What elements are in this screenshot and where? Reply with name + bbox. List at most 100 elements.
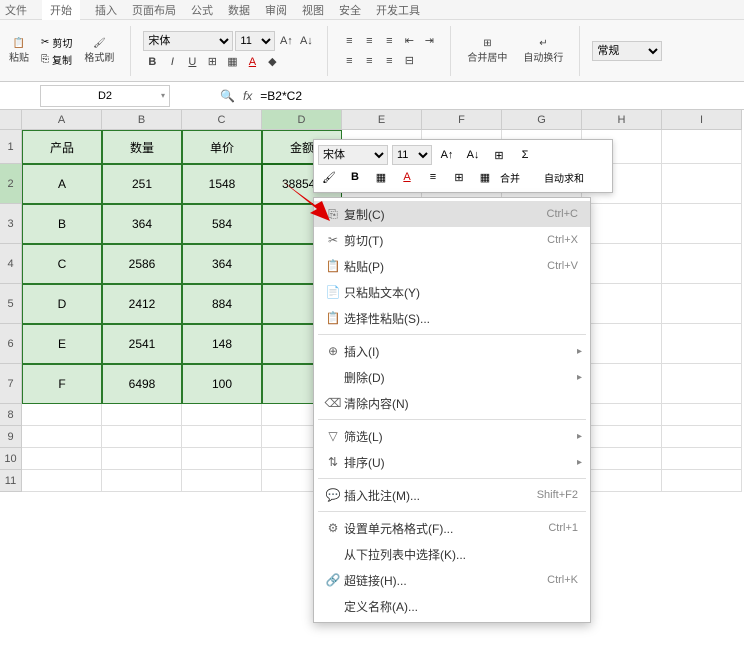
mini-cells-button[interactable]: ▦ xyxy=(474,167,496,187)
copy-button[interactable]: ⎘ 复制 xyxy=(41,52,72,67)
magnify-icon[interactable]: 🔍 xyxy=(220,89,235,103)
cell-a4[interactable]: C xyxy=(22,244,102,284)
row-header-7[interactable]: 7 xyxy=(0,364,22,404)
italic-button[interactable]: I xyxy=(163,53,181,71)
cell-b2[interactable]: 251 xyxy=(102,164,182,204)
cell-c4[interactable]: 364 xyxy=(182,244,262,284)
indent-dec-button[interactable]: ⇤ xyxy=(400,32,418,50)
cell-c1[interactable]: 单价 xyxy=(182,130,262,164)
font-color-button[interactable]: A xyxy=(243,53,261,71)
cell-h6[interactable] xyxy=(582,324,662,364)
ctx-dropdown[interactable]: 从下拉列表中选择(K)... xyxy=(314,541,590,567)
mini-sum-icon[interactable]: Σ xyxy=(514,145,536,165)
mini-merge-icon[interactable]: ⊞ xyxy=(488,145,510,165)
cell-i3[interactable] xyxy=(662,204,742,244)
cell-a5[interactable]: D xyxy=(22,284,102,324)
mini-decrease-font-icon[interactable]: A↓ xyxy=(462,145,484,165)
cell-i2[interactable] xyxy=(662,164,742,204)
menu-formula[interactable]: 公式 xyxy=(191,2,213,18)
row-header-3[interactable]: 3 xyxy=(0,204,22,244)
align-top-button[interactable]: ≡ xyxy=(340,32,358,50)
mini-fill-button[interactable]: ▦ xyxy=(370,167,392,187)
cell-b6[interactable]: 2541 xyxy=(102,324,182,364)
decrease-font-icon[interactable]: A↓ xyxy=(297,32,315,50)
col-header-i[interactable]: I xyxy=(662,110,742,130)
col-header-c[interactable]: C xyxy=(182,110,262,130)
cell-a11[interactable] xyxy=(22,470,102,492)
align-left-button[interactable]: ≡ xyxy=(340,52,358,70)
cell-i1[interactable] xyxy=(662,130,742,164)
row-header-4[interactable]: 4 xyxy=(0,244,22,284)
cell-a8[interactable] xyxy=(22,404,102,426)
row-header-5[interactable]: 5 xyxy=(0,284,22,324)
underline-button[interactable]: U xyxy=(183,53,201,71)
col-header-f[interactable]: F xyxy=(422,110,502,130)
cell-i7[interactable] xyxy=(662,364,742,404)
cell-b1[interactable]: 数量 xyxy=(102,130,182,164)
mini-bold-button[interactable]: B xyxy=(344,167,366,187)
row-header-1[interactable]: 1 xyxy=(0,130,22,164)
cell-b5[interactable]: 2412 xyxy=(102,284,182,324)
cell-h4[interactable] xyxy=(582,244,662,284)
cell-i6[interactable] xyxy=(662,324,742,364)
highlight-button[interactable]: ◆ xyxy=(263,53,281,71)
align-bot-button[interactable]: ≡ xyxy=(380,32,398,50)
menu-start[interactable]: 开始 xyxy=(42,0,80,20)
col-header-g[interactable]: G xyxy=(502,110,582,130)
align-center-button[interactable]: ≡ xyxy=(360,52,378,70)
menu-file[interactable]: 文件 xyxy=(5,2,27,18)
cell-a1[interactable]: 产品 xyxy=(22,130,102,164)
borders-button[interactable]: ⊞ xyxy=(203,53,221,71)
number-format-select[interactable]: 常规 xyxy=(592,41,662,61)
mini-size-select[interactable]: 11 xyxy=(392,145,432,165)
wrap-text-button[interactable]: ↵ 自动换行 xyxy=(519,36,567,66)
name-box[interactable]: D2 xyxy=(40,85,170,107)
ctx-filter[interactable]: ▽ 筛选(L) ▸ xyxy=(314,423,590,449)
menu-devtools[interactable]: 开发工具 xyxy=(376,2,420,18)
cell-a9[interactable] xyxy=(22,426,102,448)
ctx-paste[interactable]: 📋 粘贴(P) Ctrl+V xyxy=(314,253,590,279)
menu-review[interactable]: 审阅 xyxy=(265,2,287,18)
increase-font-icon[interactable]: A↑ xyxy=(277,32,295,50)
ctx-define-name[interactable]: 定义名称(A)... xyxy=(314,593,590,619)
menu-view[interactable]: 视图 xyxy=(302,2,324,18)
row-header-8[interactable]: 8 xyxy=(0,404,22,426)
font-size-select[interactable]: 11 xyxy=(235,31,275,51)
ctx-hyperlink[interactable]: 🔗 超链接(H)... Ctrl+K xyxy=(314,567,590,593)
menu-data[interactable]: 数据 xyxy=(228,2,250,18)
cell-a10[interactable] xyxy=(22,448,102,470)
align-right-button[interactable]: ≡ xyxy=(380,52,398,70)
ctx-paste-special[interactable]: 📋 选择性粘贴(S)... xyxy=(314,305,590,331)
cell-h5[interactable] xyxy=(582,284,662,324)
cell-a3[interactable]: B xyxy=(22,204,102,244)
cut-button[interactable]: ✂ 剪切 xyxy=(41,35,72,50)
cell-a2[interactable]: A xyxy=(22,164,102,204)
cell-b4[interactable]: 2586 xyxy=(102,244,182,284)
menu-security[interactable]: 安全 xyxy=(339,2,361,18)
mini-increase-font-icon[interactable]: A↑ xyxy=(436,145,458,165)
cell-a6[interactable]: E xyxy=(22,324,102,364)
cell-h3[interactable] xyxy=(582,204,662,244)
cell-a7[interactable]: F xyxy=(22,364,102,404)
cell-c7[interactable]: 100 xyxy=(182,364,262,404)
mini-format-painter-icon[interactable]: 🖌 xyxy=(318,167,340,187)
ctx-copy[interactable]: ⎘ 复制(C) Ctrl+C xyxy=(314,201,590,227)
col-header-b[interactable]: B xyxy=(102,110,182,130)
indent-inc-button[interactable]: ⇥ xyxy=(420,32,438,50)
fill-color-button[interactable]: ▦ xyxy=(223,53,241,71)
ctx-paste-text[interactable]: 📄 只粘贴文本(Y) xyxy=(314,279,590,305)
ctx-sort[interactable]: ⇅ 排序(U) ▸ xyxy=(314,449,590,475)
row-header-2[interactable]: 2 xyxy=(0,164,22,204)
cell-b7[interactable]: 6498 xyxy=(102,364,182,404)
mini-font-select[interactable]: 宋体 xyxy=(318,145,388,165)
mini-merge-label[interactable]: 合并 xyxy=(500,170,540,185)
ctx-insert[interactable]: ⊕ 插入(I) ▸ xyxy=(314,338,590,364)
cell-i4[interactable] xyxy=(662,244,742,284)
col-header-e[interactable]: E xyxy=(342,110,422,130)
cell-c6[interactable]: 148 xyxy=(182,324,262,364)
ctx-format-cells[interactable]: ⚙ 设置单元格格式(F)... Ctrl+1 xyxy=(314,515,590,541)
mini-autosum-label[interactable]: 自动求和 xyxy=(544,170,584,185)
merge-center-button[interactable]: ⊞ 合并居中 xyxy=(463,36,511,66)
cell-c3[interactable]: 584 xyxy=(182,204,262,244)
row-header-10[interactable]: 10 xyxy=(0,448,22,470)
